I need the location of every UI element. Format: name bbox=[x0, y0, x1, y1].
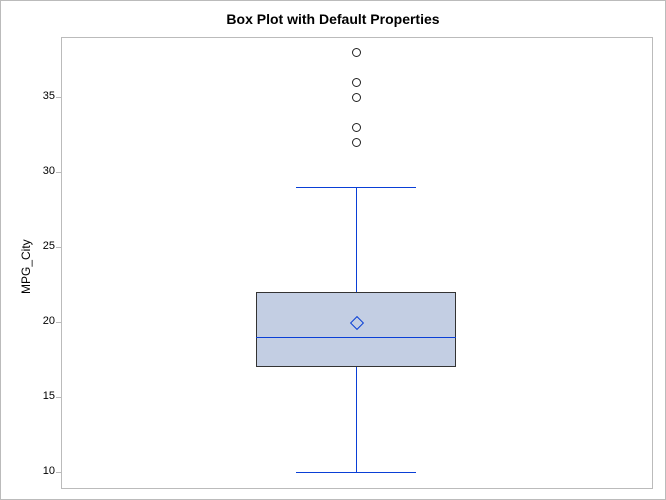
y-tick-mark bbox=[56, 322, 61, 323]
outlier-point bbox=[352, 48, 361, 57]
y-tick-label: 10 bbox=[31, 465, 55, 477]
y-tick-label: 30 bbox=[31, 165, 55, 177]
y-tick-label: 25 bbox=[31, 240, 55, 252]
outlier-point bbox=[352, 93, 361, 102]
y-tick-label: 35 bbox=[31, 90, 55, 102]
outlier-point bbox=[352, 123, 361, 132]
median-line bbox=[256, 337, 456, 338]
chart-container: Box Plot with Default Properties MPG_Cit… bbox=[0, 0, 666, 500]
y-tick-mark bbox=[56, 472, 61, 473]
y-tick-label: 15 bbox=[31, 390, 55, 402]
outlier-point bbox=[352, 138, 361, 147]
chart-title: Box Plot with Default Properties bbox=[1, 1, 665, 33]
whisker-cap-lower bbox=[296, 472, 416, 473]
y-tick-mark bbox=[56, 172, 61, 173]
y-tick-mark bbox=[56, 97, 61, 98]
whisker-cap-upper bbox=[296, 187, 416, 188]
y-tick-mark bbox=[56, 247, 61, 248]
plot-area bbox=[61, 37, 653, 489]
y-tick-mark bbox=[56, 397, 61, 398]
outlier-point bbox=[352, 78, 361, 87]
y-tick-label: 20 bbox=[31, 315, 55, 327]
